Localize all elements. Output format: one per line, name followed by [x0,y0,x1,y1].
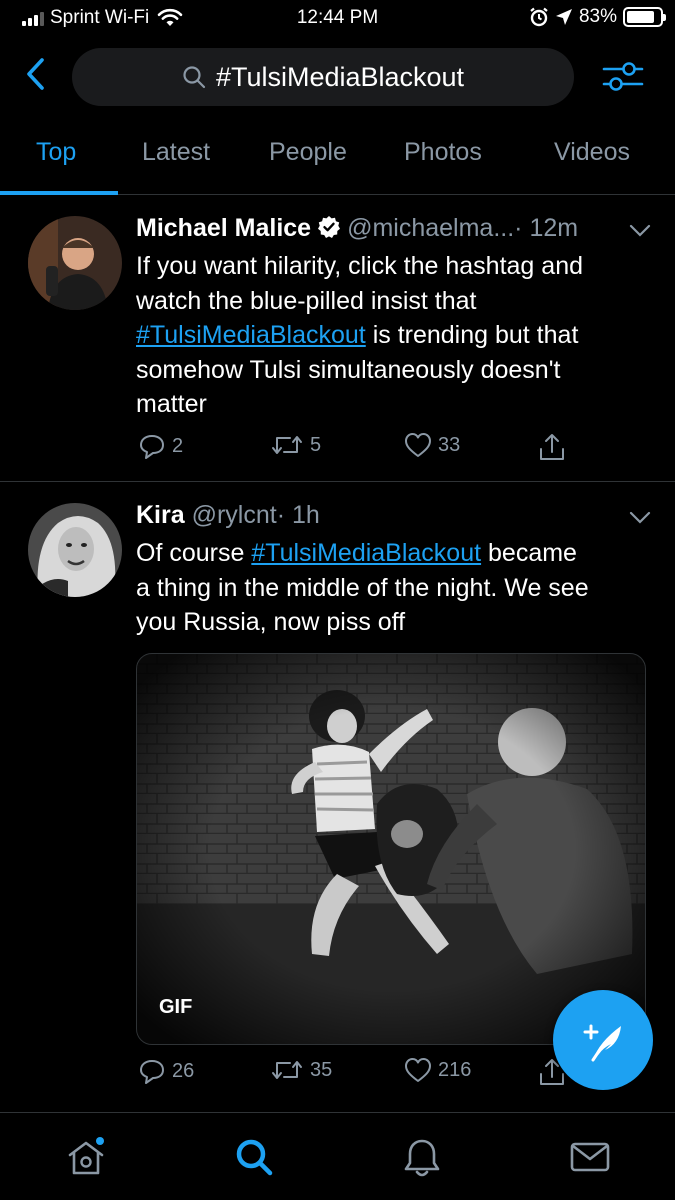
tab-people[interactable]: People [269,138,347,167]
gif-badge: GIF [159,996,193,1018]
avatar-image [28,216,122,310]
share-icon [540,434,564,460]
tab-top[interactable]: Top [36,138,76,167]
reply-button[interactable]: 26 [138,1057,194,1085]
retweet-icon [272,436,302,454]
gif-image [137,654,645,1044]
tweet-time: · 12m [514,214,579,242]
avatar[interactable] [28,503,122,597]
bottom-navigation [0,1112,675,1200]
reply-button[interactable]: 2 [138,432,183,460]
home-icon[interactable] [64,1135,108,1179]
author-name[interactable]: Kira [136,501,185,529]
battery-icon [623,7,666,27]
tweet[interactable]: Michael Malice @michaelma...· 12m If you … [0,196,675,482]
author-name[interactable]: Michael Malice [136,214,311,242]
reply-icon [140,435,164,459]
retweet-count: 5 [310,433,322,456]
author-handle[interactable]: @rylcnt [192,501,277,529]
battery-percent: 83% [578,6,617,27]
gif-media[interactable]: GIF [136,653,646,1045]
retweet-button[interactable]: 35 [270,1057,332,1083]
chevron-down-icon[interactable] [629,511,651,525]
avatar[interactable] [28,216,122,310]
active-tab-indicator [0,191,118,195]
status-bar: Sprint Wi-Fi 12:44 PM 83% [0,0,675,38]
tab-photos[interactable]: Photos [404,138,482,167]
tweet-actions: 2 5 33 [136,432,636,468]
like-button[interactable]: 33 [404,432,460,458]
author-handle[interactable]: @michaelma... [347,214,514,242]
heart-icon [405,433,431,457]
reply-count: 26 [172,1059,195,1082]
mail-icon[interactable] [568,1135,612,1179]
search-icon [183,66,206,89]
avatar-image [28,503,122,597]
battery-level [627,11,654,23]
search-tabs: Top Latest People Photos Videos [0,125,675,195]
verified-badge-icon [318,216,341,238]
tab-latest[interactable]: Latest [142,138,210,167]
retweet-button[interactable]: 5 [270,432,321,458]
like-count: 33 [438,433,461,456]
twitter-search-screen: Sprint Wi-Fi 12:44 PM 83% #TulsiMediaBla… [0,0,675,1200]
hashtag-link[interactable]: #TulsiMediaBlackout [136,321,366,349]
retweet-icon [272,1061,302,1079]
search-input[interactable]: #TulsiMediaBlackout [72,48,574,106]
chevron-down-icon[interactable] [629,224,651,238]
share-button[interactable] [538,432,566,462]
retweet-count: 35 [310,1058,333,1081]
compose-tweet-button[interactable] [553,990,653,1090]
tweet-text: If you want hilarity, click the hashtag … [136,252,583,418]
alarm-icon [530,7,548,27]
back-chevron-icon[interactable] [20,54,52,94]
like-button[interactable]: 216 [404,1057,471,1083]
like-count: 216 [438,1058,472,1081]
heart-icon [405,1058,431,1082]
search-icon[interactable] [232,1135,276,1179]
tweet-text: Of course #TulsiMediaBlackout became a t… [136,539,589,636]
reply-count: 2 [172,434,184,457]
hashtag-link[interactable]: #TulsiMediaBlackout [251,539,481,567]
tab-videos[interactable]: Videos [554,138,630,167]
bell-icon[interactable] [400,1135,444,1179]
tweet-time: · 1h [276,501,320,529]
search-query: #TulsiMediaBlackout [215,61,465,92]
search-header: #TulsiMediaBlackout [0,40,675,110]
reply-icon [140,1060,164,1084]
sliders-icon[interactable] [600,56,646,96]
location-arrow-icon [555,9,572,25]
compose-tweet-icon [583,1024,621,1062]
